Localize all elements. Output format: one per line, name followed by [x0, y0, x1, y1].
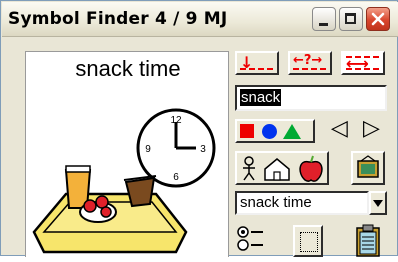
chevron-down-icon	[373, 200, 383, 207]
snack-time-illustration-icon: 12 3 6 9	[32, 108, 216, 254]
close-icon	[371, 12, 385, 26]
svg-text:6: 6	[173, 172, 179, 183]
swap-icon: ←?→	[293, 53, 323, 68]
dropdown-arrow-button[interactable]	[369, 191, 387, 215]
category-dropdown-value: snack time	[240, 194, 312, 211]
radio-options-icon	[237, 226, 263, 251]
swap-button[interactable]: ←?→	[288, 51, 332, 75]
green-triangle-button[interactable]	[283, 124, 301, 139]
red-square-button[interactable]	[240, 124, 254, 138]
clipboard-icon	[356, 224, 380, 257]
person-house-apple-icon	[243, 155, 323, 182]
options-button[interactable]	[235, 223, 269, 257]
blank-frame-button[interactable]	[293, 225, 323, 257]
symbol-label: snack time	[75, 56, 181, 81]
picture-frame-icon	[357, 155, 379, 178]
align-bottom-button[interactable]: ↓	[235, 51, 279, 75]
symbol-preview: snack time 12 3 6 9	[25, 51, 229, 257]
svg-text:3: 3	[200, 144, 206, 155]
svg-text:9: 9	[145, 144, 151, 155]
symbol-finder-window: Symbol Finder 4 / 9 MJ snack time 12 3 6…	[0, 0, 398, 257]
minimize-button[interactable]	[312, 7, 336, 31]
clipboard-button[interactable]	[351, 223, 385, 257]
maximize-button[interactable]	[339, 7, 363, 31]
blank-frame-icon	[300, 232, 318, 252]
stretch-button[interactable]: ⟷	[341, 51, 385, 75]
category-buttons[interactable]	[235, 151, 329, 185]
close-button[interactable]	[366, 7, 390, 31]
stretch-icon: ⟷	[346, 54, 369, 73]
category-dropdown[interactable]: snack time	[235, 191, 369, 215]
picture-frame-button[interactable]	[351, 151, 385, 185]
title-bar[interactable]: Symbol Finder 4 / 9 MJ	[2, 2, 398, 37]
minimize-icon	[319, 23, 328, 26]
next-arrow-icon[interactable]: ▷	[363, 116, 380, 141]
search-input[interactable]: snack	[235, 85, 387, 111]
shape-filter-group	[235, 119, 315, 143]
window-title: Symbol Finder 4 / 9 MJ	[8, 9, 228, 29]
previous-arrow-icon[interactable]: ◁	[331, 116, 348, 141]
blue-circle-button[interactable]	[262, 124, 277, 139]
maximize-icon	[345, 13, 356, 24]
search-input-text: snack	[240, 89, 282, 106]
